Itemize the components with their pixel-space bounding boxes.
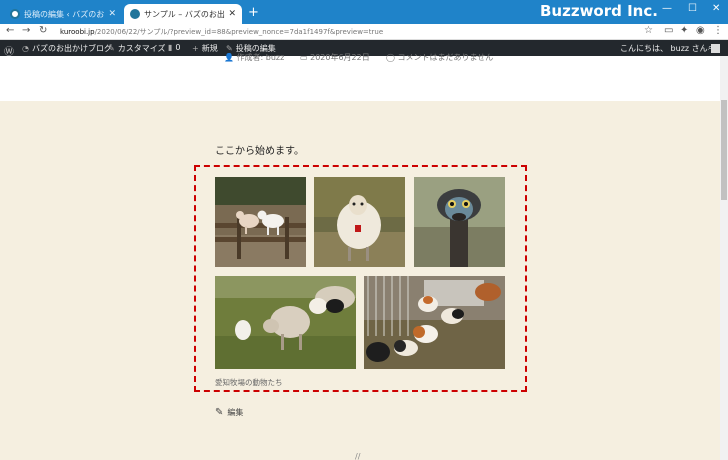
scrollbar-thumb[interactable]: [721, 100, 727, 200]
comments-link[interactable]: ▮ 0: [168, 43, 181, 52]
post-intro-text: ここから始めます。: [215, 146, 304, 157]
brand-watermark: Buzzword Inc.: [540, 2, 658, 20]
gallery-image-sheep[interactable]: [314, 177, 405, 267]
plus-icon: +: [192, 44, 199, 53]
new-tab-button[interactable]: +: [248, 5, 259, 20]
wordpress-icon: [130, 9, 140, 19]
browser-titlebar: 投稿の編集 ‹ バズのお出かけブログ — ✕ サンプル – バズのお出かけブログ…: [0, 0, 728, 24]
close-tab-icon[interactable]: ✕: [108, 9, 116, 19]
site-name: バズのお出かけブログ: [31, 44, 112, 53]
dashboard-icon: ◔: [22, 44, 29, 53]
address-bar: ← → ↻ kuroobi.jp/2020/06/22/サンプル/?previe…: [0, 24, 728, 40]
comment-icon: ▮: [168, 43, 173, 52]
wordpress-icon: [10, 9, 20, 19]
url-domain: kuroobi.jp: [60, 28, 95, 36]
close-tab-icon[interactable]: ✕: [228, 9, 236, 19]
back-icon[interactable]: ←: [6, 25, 14, 36]
brush-icon: ✎: [108, 44, 115, 53]
minimize-button[interactable]: —: [662, 3, 672, 14]
greeting: こんにちは、 buzz さん: [620, 44, 708, 53]
star-icon[interactable]: ☆: [644, 25, 653, 36]
new-content-link[interactable]: + 新規: [192, 43, 218, 54]
comment-bubble-icon: ◯: [386, 53, 395, 62]
tab-edit-post[interactable]: 投稿の編集 ‹ バズのお出かけブログ — ✕: [4, 4, 122, 24]
maximize-button[interactable]: ☐: [688, 3, 697, 14]
edit-label: 編集: [227, 408, 244, 417]
reload-icon[interactable]: ↻: [39, 25, 47, 36]
user-icon: 👤: [224, 53, 234, 62]
forward-icon[interactable]: →: [22, 25, 30, 36]
menu-icon[interactable]: ⋮: [713, 25, 723, 36]
tab-title: 投稿の編集 ‹ バズのお出かけブログ —: [24, 9, 105, 19]
gallery-image-emu[interactable]: [414, 177, 505, 267]
site-name-link[interactable]: ◔ バズのお出かけブログ: [22, 43, 112, 54]
customize-link[interactable]: ✎ カスタマイズ: [108, 43, 165, 54]
gallery-caption: 愛知牧場の動物たち: [215, 378, 283, 387]
tab-sample-preview[interactable]: サンプル – バズのお出かけブログ ✕: [124, 4, 242, 24]
separator-mark: //: [355, 452, 361, 460]
post-author: 👤 作成者: buzz: [224, 53, 285, 62]
search-icon[interactable]: ⌕: [708, 43, 712, 53]
url-path: /2020/06/22/サンプル/?preview_id=88&preview_…: [94, 28, 384, 36]
gallery-image-goats[interactable]: [215, 177, 306, 267]
post-date: ▭ 2020年6月22日: [300, 53, 370, 62]
edit-post-link[interactable]: ✎ 編集: [215, 407, 243, 418]
account-link[interactable]: こんにちは、 buzz さん: [620, 43, 720, 54]
tab-title: サンプル – バズのお出かけブログ: [144, 9, 225, 19]
customize-label: カスタマイズ: [117, 44, 166, 53]
calendar-icon: ▭: [300, 53, 308, 62]
cast-icon[interactable]: ▭: [664, 25, 673, 36]
comments-count: 0: [175, 43, 181, 52]
close-window-button[interactable]: ✕: [712, 3, 720, 14]
edit-icon: ✎: [215, 407, 224, 418]
gallery-image-sheep-lambs[interactable]: [215, 276, 356, 369]
gallery-image-guinea-pigs[interactable]: [364, 276, 505, 369]
url-field[interactable]: kuroobi.jp/2020/06/22/サンプル/?preview_id=8…: [60, 27, 383, 37]
extensions-icon[interactable]: ✦: [680, 25, 688, 36]
new-label: 新規: [201, 44, 218, 53]
profile-icon[interactable]: ◉: [696, 25, 705, 36]
post-comments[interactable]: ◯ コメントはまだありません: [386, 52, 493, 63]
